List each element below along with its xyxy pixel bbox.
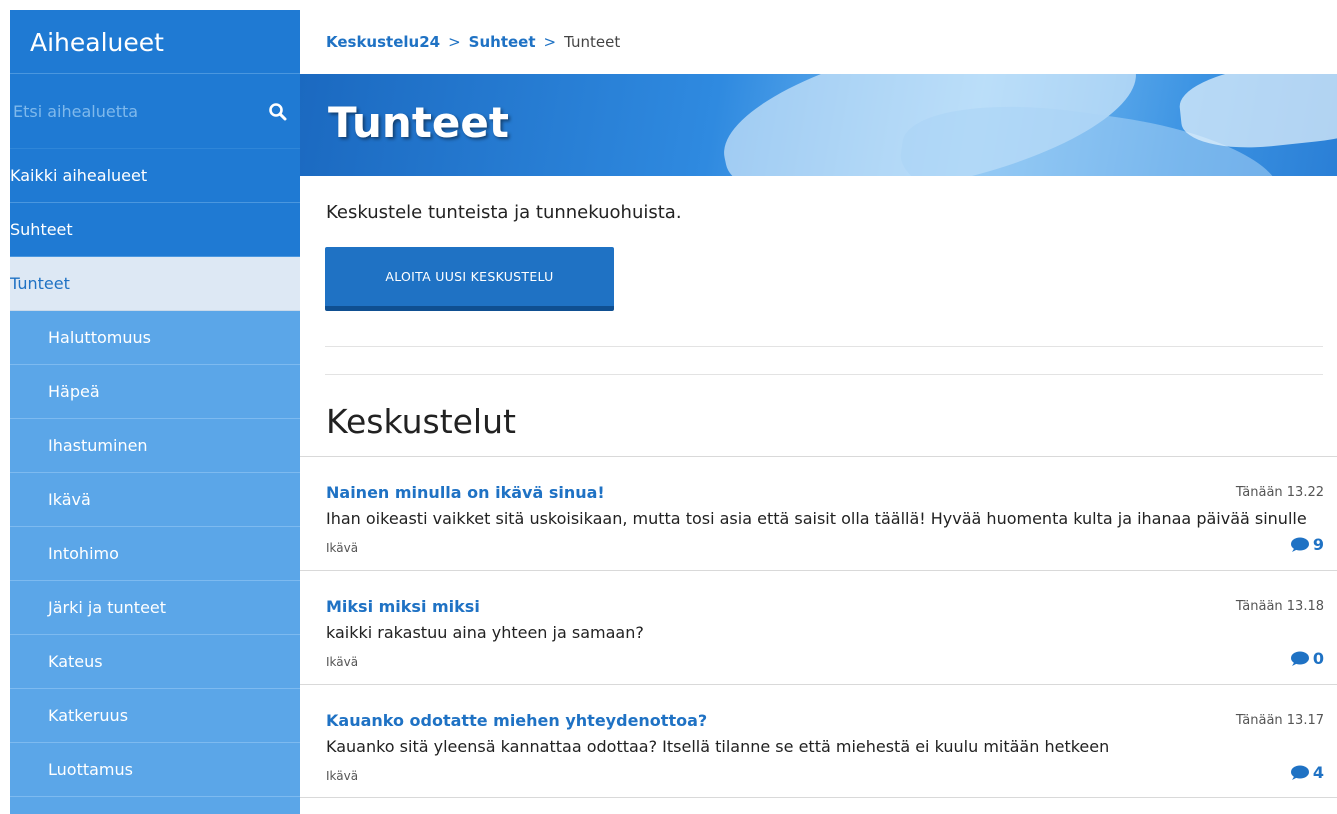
comment-icon [1290, 651, 1309, 666]
sidebar-subitem[interactable]: Katkeruus [10, 689, 300, 743]
breadcrumb-link[interactable]: Keskustelu24 [326, 33, 440, 51]
discussion-title[interactable]: Miksi miksi miksi [326, 597, 480, 616]
sidebar-subitem-label: Haluttomuus [48, 328, 151, 347]
comment-icon [1290, 765, 1309, 780]
sidebar-subitem[interactable]: Luottamus [10, 743, 300, 797]
discussion-tag[interactable]: Ikävä [326, 655, 358, 669]
sidebar-item-label: Tunteet [10, 274, 70, 293]
page-description: Keskustele tunteista ja tunnekuohuista. [326, 202, 682, 223]
discussion-tag[interactable]: Ikävä [326, 541, 358, 555]
discussion-list: Nainen minulla on ikävä sinua! Tänään 13.… [300, 456, 1337, 798]
discussion-excerpt: Ihan oikeasti vaikket sitä uskoisikaan, … [326, 509, 1307, 528]
sidebar-subitem[interactable]: Haluttomuus [10, 311, 300, 365]
page-title: Tunteet [328, 98, 509, 147]
discussion-excerpt: kaikki rakastuu aina yhteen ja samaan? [326, 623, 644, 642]
sidebar-subitem-label: Kateus [48, 652, 103, 671]
comment-count[interactable]: 9 [1288, 535, 1324, 554]
comment-count-value: 4 [1312, 763, 1324, 782]
breadcrumb-current: Tunteet [564, 33, 621, 51]
sidebar-subitem[interactable]: Ihastuminen [10, 419, 300, 473]
comment-count[interactable]: 0 [1288, 649, 1324, 668]
divider [325, 374, 1323, 375]
sidebar-subitem-label: Ikävä [48, 490, 91, 509]
sidebar-subitem[interactable]: Ikävä [10, 473, 300, 527]
comment-count[interactable]: 4 [1288, 763, 1324, 782]
sidebar-subitem-label: Intohimo [48, 544, 119, 563]
main-content: Keskustelu24 > Suhteet > Tunteet Tunteet… [300, 10, 1337, 814]
divider [325, 346, 1323, 347]
discussion-row: Nainen minulla on ikävä sinua! Tänään 13.… [300, 456, 1337, 570]
sidebar-subitem-label: Häpeä [48, 382, 100, 401]
sidebar-subitem-label: Luottamus [48, 760, 133, 779]
new-discussion-button[interactable]: ALOITA UUSI KESKUSTELU [325, 247, 614, 311]
sidebar-subitem[interactable]: Järki ja tunteet [10, 581, 300, 635]
breadcrumb: Keskustelu24 > Suhteet > Tunteet [300, 10, 1337, 74]
discussions-heading: Keskustelut [326, 402, 516, 441]
sidebar-subitem-label: Järki ja tunteet [48, 598, 167, 617]
comment-icon [1290, 537, 1309, 552]
sidebar-item[interactable]: Kaikki aihealueet [10, 149, 300, 203]
sidebar-item-active[interactable]: Tunteet [10, 257, 300, 311]
discussion-time: Tänään 13.17 [1235, 713, 1324, 728]
discussion-excerpt: Kauanko sitä yleensä kannattaa odottaa? … [326, 737, 1110, 756]
sidebar-subitem[interactable]: Häpeä [10, 365, 300, 419]
sidebar-search [10, 74, 300, 149]
sidebar-subitem[interactable]: Intohimo [10, 527, 300, 581]
discussion-time: Tänään 13.22 [1235, 485, 1324, 500]
sidebar-title: Aihealueet [10, 10, 300, 74]
sidebar-item[interactable]: Suhteet [10, 203, 300, 257]
breadcrumb-separator: > [448, 33, 461, 51]
comment-count-value: 0 [1312, 649, 1324, 668]
discussion-title[interactable]: Kauanko odotatte miehen yhteydenottoa? [326, 711, 707, 730]
search-input[interactable] [10, 74, 300, 148]
sidebar-subitem-label: Ihastuminen [48, 436, 148, 455]
sidebar-item-label: Suhteet [10, 220, 73, 239]
discussion-row: Miksi miksi miksi Tänään 13.18 kaikki raka… [300, 570, 1337, 684]
discussion-row: Kauanko odotatte miehen yhteydenottoa? Tä… [300, 684, 1337, 798]
hero-banner: Tunteet [300, 74, 1337, 176]
discussion-time: Tänään 13.18 [1235, 599, 1324, 614]
breadcrumb-separator: > [543, 33, 557, 51]
search-icon[interactable] [268, 102, 288, 122]
discussion-title[interactable]: Nainen minulla on ikävä sinua! [326, 483, 605, 502]
sidebar-subitem[interactable]: Kateus [10, 635, 300, 689]
breadcrumb-link[interactable]: Suhteet [469, 33, 536, 51]
sidebar-item-label: Kaikki aihealueet [10, 166, 148, 185]
sidebar-subitem-label: Katkeruus [48, 706, 129, 725]
discussion-tag[interactable]: Ikävä [326, 769, 358, 783]
sidebar: Aihealueet Kaikki aihealueet Suhteet Tunt… [10, 10, 300, 814]
comment-count-value: 9 [1312, 535, 1324, 554]
